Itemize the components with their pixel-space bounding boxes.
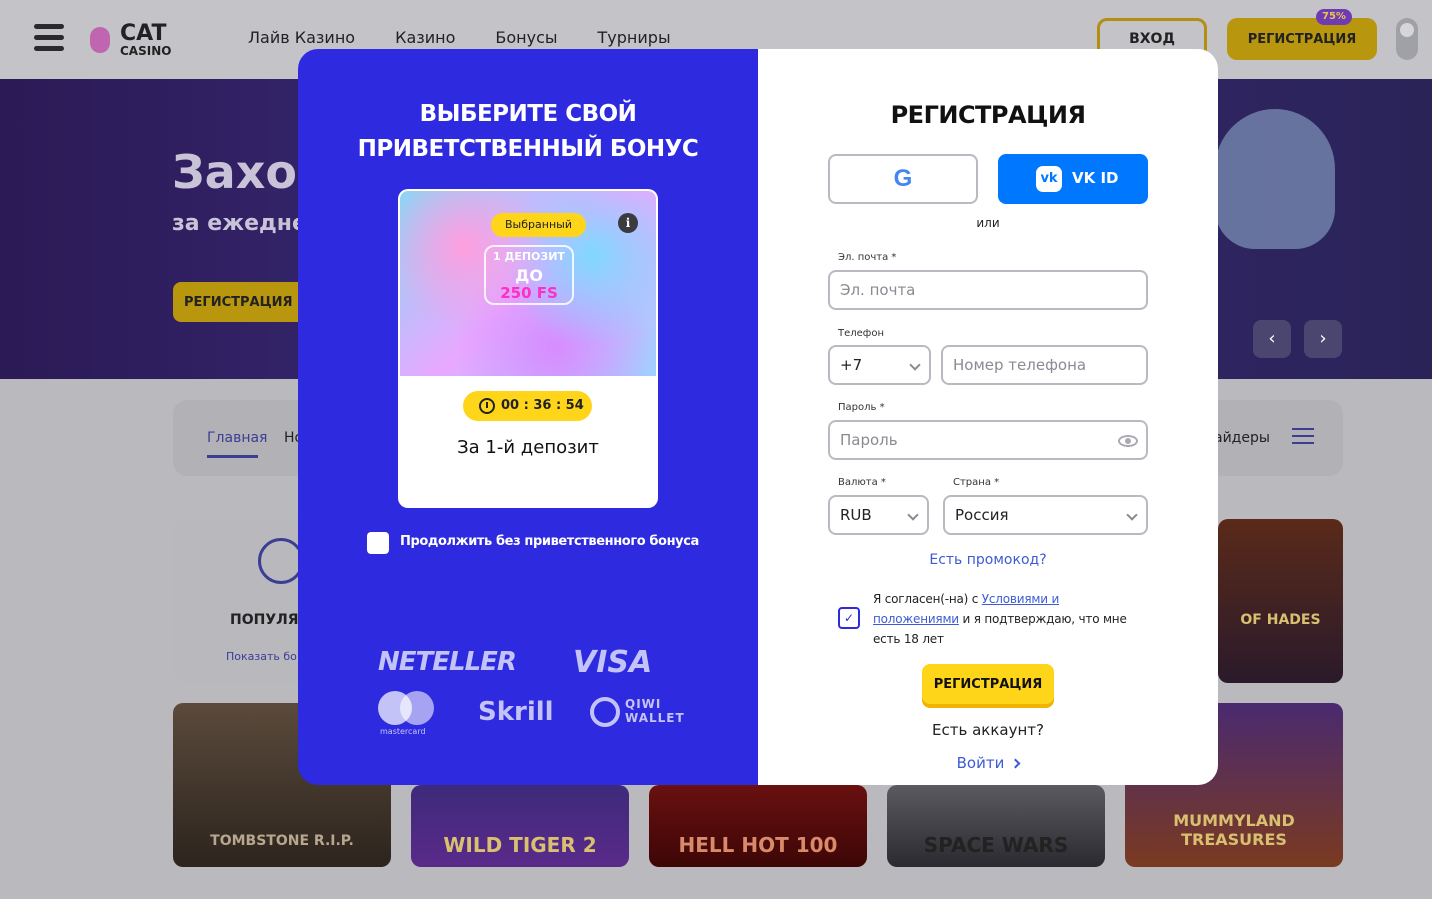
- email-label: Эл. почта *: [838, 252, 897, 263]
- bonus-title-line-1: ВЫБЕРИТЕ СВОЙ: [419, 101, 637, 127]
- register-title: РЕГИСТРАЦИЯ: [890, 101, 1086, 129]
- eye-icon[interactable]: [1118, 435, 1138, 447]
- vk-signup-button[interactable]: vk VK ID: [998, 154, 1148, 204]
- skrill-logo: Skrill: [478, 697, 554, 727]
- timer-value: 00 : 36 : 54: [501, 398, 584, 413]
- chevron-down-icon: [907, 509, 919, 521]
- neteller-logo: NETELLER: [378, 647, 517, 677]
- bonus-caption: За 1-й депозит: [457, 437, 599, 458]
- clock-icon: [479, 398, 495, 414]
- skip-bonus-checkbox[interactable]: [367, 532, 389, 554]
- deposit-free-spins: 250 FS: [500, 284, 558, 302]
- vk-icon: vk: [1036, 166, 1062, 192]
- mastercard-icon: [378, 691, 434, 725]
- agree-checkbox[interactable]: ✓: [838, 607, 860, 629]
- mastercard-label: mastercard: [380, 727, 426, 736]
- agree-prefix: Я согласен(-на) с: [873, 592, 982, 606]
- country-label: Страна *: [953, 477, 1000, 488]
- chevron-right-icon: [1010, 758, 1021, 769]
- country-select[interactable]: Россия: [943, 495, 1148, 535]
- selected-chip: Выбранный: [491, 213, 586, 237]
- info-icon[interactable]: i: [618, 213, 638, 233]
- bonus-panel: ВЫБЕРИТЕ СВОЙ ПРИВЕТСТВЕННЫЙ БОНУС Выбра…: [298, 49, 758, 785]
- google-signup-button[interactable]: G: [828, 154, 978, 204]
- chevron-down-icon: [1126, 509, 1138, 521]
- register-panel: × РЕГИСТРАЦИЯ G vk VK ID или Эл. почта *…: [758, 49, 1218, 785]
- bonus-panel-title: ВЫБЕРИТЕ СВОЙ ПРИВЕТСТВЕННЫЙ БОНУС: [298, 97, 758, 167]
- bonus-title-line-2: ПРИВЕТСТВЕННЫЙ БОНУС: [357, 136, 699, 162]
- password-field[interactable]: Пароль: [828, 420, 1148, 460]
- chevron-down-icon: [909, 359, 921, 371]
- google-icon: G: [893, 165, 913, 192]
- login-link-label: Войти: [956, 754, 1005, 772]
- have-account-text: Есть аккаунт?: [932, 721, 1044, 739]
- qiwi-line-2: WALLET: [625, 711, 685, 725]
- visa-logo: VISA: [573, 645, 653, 680]
- bonus-card[interactable]: Выбранный i 1 ДЕПОЗИТ ДО 250 FS 00 : 36 …: [398, 189, 658, 508]
- currency-select[interactable]: RUB: [828, 495, 929, 535]
- phone-field[interactable]: Номер телефона: [941, 345, 1148, 385]
- or-divider: или: [976, 216, 1000, 230]
- agree-text: Я согласен(-на) с Условиями и положениям…: [873, 589, 1133, 649]
- qiwi-line-1: QIWI: [625, 697, 662, 711]
- password-label: Пароль *: [838, 402, 885, 413]
- password-placeholder: Пароль: [840, 431, 898, 449]
- phone-code-select[interactable]: +7: [828, 345, 931, 385]
- promo-code-link[interactable]: Есть промокод?: [758, 552, 1218, 568]
- skip-bonus-label[interactable]: Продолжить без приветственного бонуса: [400, 534, 699, 549]
- qiwi-icon: [590, 697, 620, 727]
- phone-code-value: +7: [840, 356, 863, 374]
- deposit-label: 1 ДЕПОЗИТ: [493, 250, 565, 263]
- country-value: Россия: [955, 506, 1009, 524]
- registration-modal: ВЫБЕРИТЕ СВОЙ ПРИВЕТСТВЕННЫЙ БОНУС Выбра…: [298, 49, 1218, 785]
- countdown-timer: 00 : 36 : 54: [463, 391, 592, 421]
- phone-label: Телефон: [838, 328, 885, 339]
- qiwi-logo: QIWI WALLET: [625, 697, 685, 725]
- deposit-badge: 1 ДЕПОЗИТ ДО 250 FS: [484, 245, 574, 305]
- login-link[interactable]: Войти: [758, 754, 1218, 772]
- bonus-image: Выбранный i 1 ДЕПОЗИТ ДО 250 FS: [400, 191, 656, 376]
- vk-label: VK ID: [1072, 169, 1119, 187]
- register-submit-button[interactable]: РЕГИСТРАЦИЯ: [922, 664, 1054, 704]
- currency-label: Валюта *: [838, 477, 886, 488]
- currency-value: RUB: [840, 506, 872, 524]
- email-field[interactable]: Эл. почта: [828, 270, 1148, 310]
- deposit-to: ДО: [515, 266, 543, 285]
